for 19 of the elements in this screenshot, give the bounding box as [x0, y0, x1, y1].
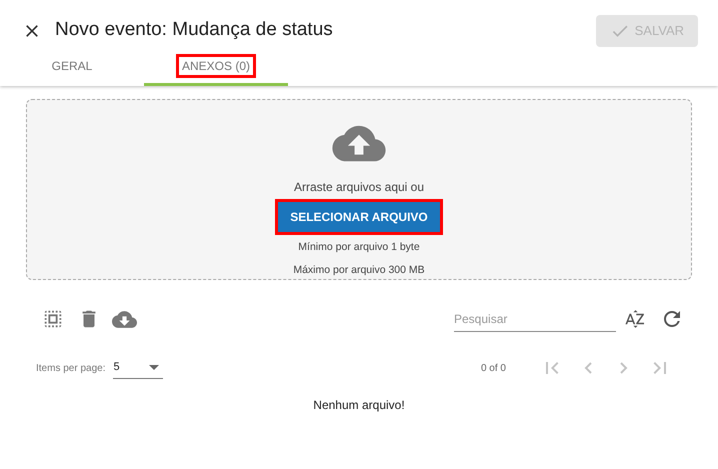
select-all-button[interactable]	[42, 308, 64, 330]
items-per-page-label: Items per page:	[36, 362, 106, 376]
search-field[interactable]: Pesquisar	[454, 306, 616, 332]
chevron-left-icon	[584, 362, 592, 374]
tab[interactable]: GERAL	[0, 48, 144, 86]
file-size-limit: Máximo por arquivo 300 MB	[293, 263, 425, 278]
chevron-right-icon	[620, 362, 628, 374]
select-file-button[interactable]: SELECIONAR ARQUIVO	[278, 202, 440, 232]
dropdown-arrow-icon	[149, 365, 160, 370]
sort-alpha-icon	[624, 308, 646, 330]
page-title: Novo evento: Mudança de status	[55, 18, 333, 42]
tab[interactable]: ANEXOS (0)	[144, 48, 288, 86]
page-range: 0 of 0	[480, 362, 506, 376]
file-size-limit: Mínimo por arquivo 1 byte	[298, 240, 420, 254]
select-all-icon	[42, 308, 64, 330]
sort-button[interactable]	[624, 308, 646, 330]
empty-message: Nenhum arquivo!	[313, 397, 405, 414]
dropzone[interactable]: Arraste arquivos aqui ou SELECIONAR ARQUIVO Mínimo por arquivo 1 byte Máximo por arquivo 300 MB	[26, 99, 692, 280]
dropzone-hint: Arraste arquivos aqui ou	[294, 179, 424, 196]
